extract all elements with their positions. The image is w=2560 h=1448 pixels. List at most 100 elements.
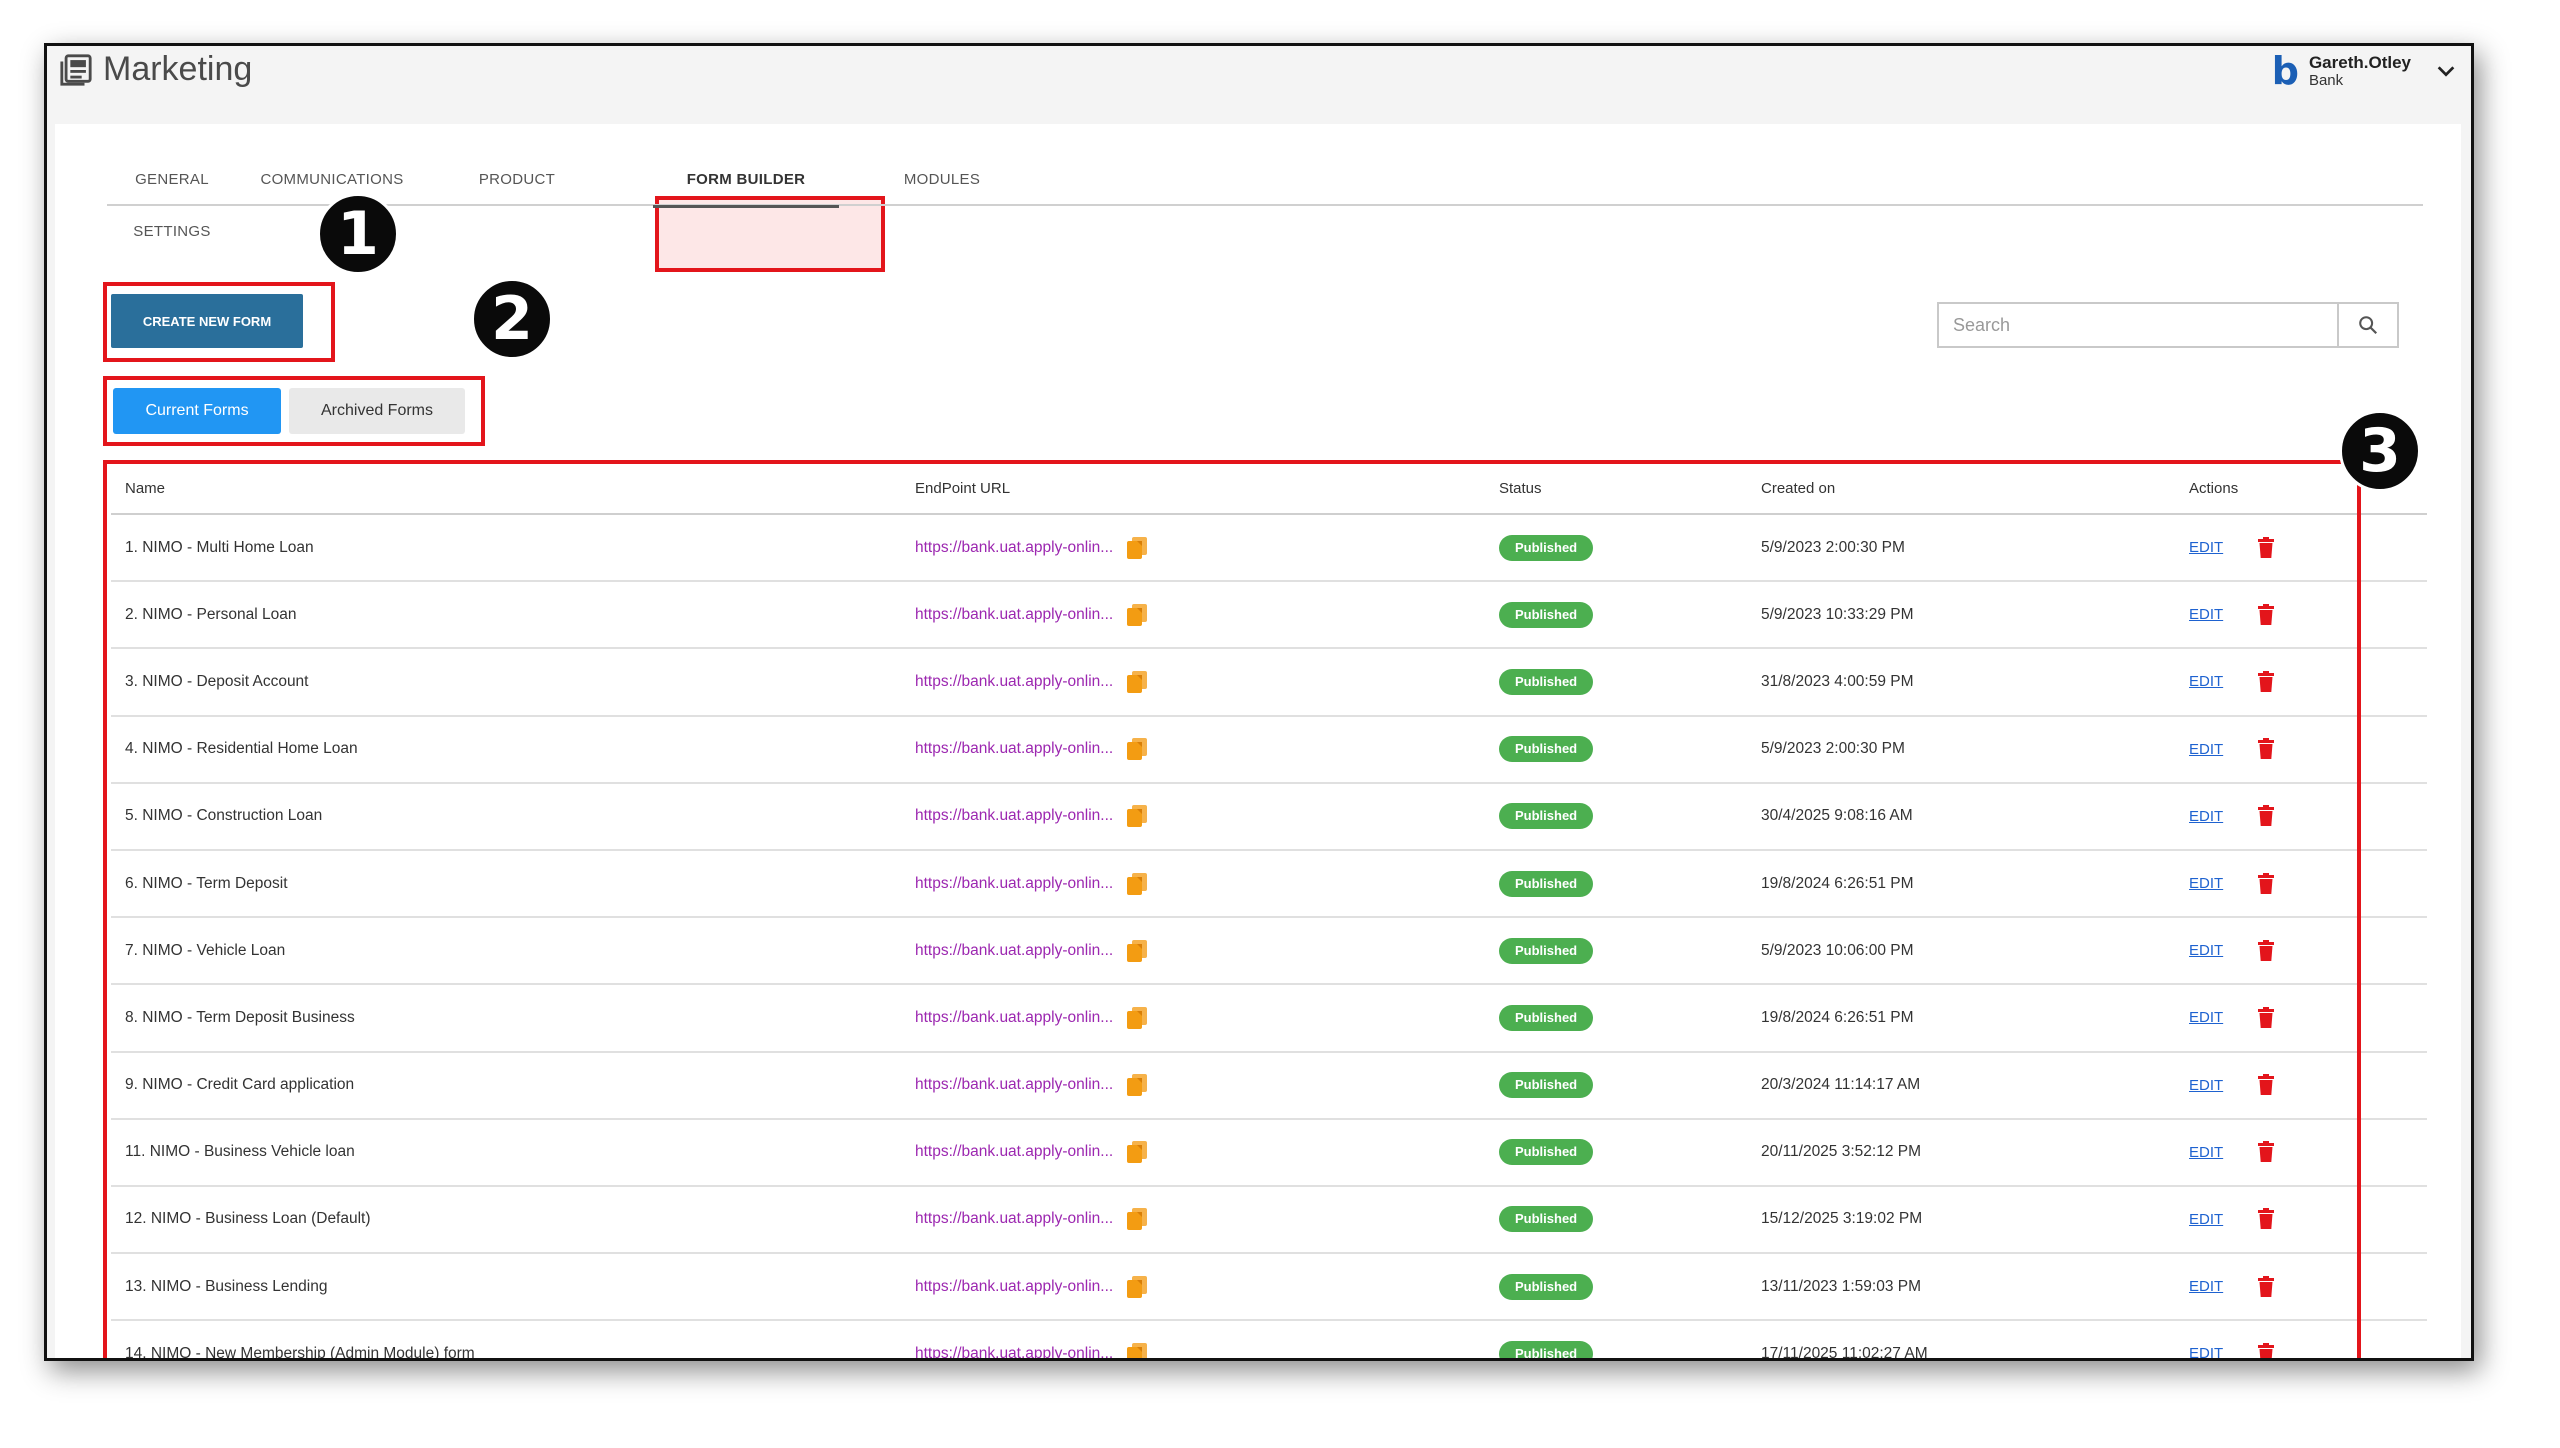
search-input[interactable]: [1939, 304, 2337, 346]
tab-archived-forms[interactable]: Archived Forms: [289, 388, 465, 434]
trash-icon[interactable]: [2257, 805, 2275, 827]
endpoint-url-link[interactable]: https://bank.uat.apply-onlin...: [915, 1210, 1113, 1228]
trash-icon[interactable]: [2257, 1275, 2275, 1298]
endpoint-url-cell: https://bank.uat.apply-onlin...: [901, 648, 1485, 717]
trash-icon[interactable]: [2257, 1342, 2275, 1358]
trash-icon[interactable]: [2257, 1006, 2275, 1029]
edit-link[interactable]: EDIT: [2189, 1278, 2223, 1295]
created-on: 5/9/2023 2:00:30 PM: [1747, 514, 2175, 583]
endpoint-url-cell: https://bank.uat.apply-onlin...: [901, 581, 1485, 650]
settings-tabs: GENERAL SETTINGS COMMUNICATIONS PRODUCT …: [107, 154, 2423, 240]
endpoint-url-link[interactable]: https://bank.uat.apply-onlin...: [915, 606, 1113, 624]
copy-icon[interactable]: [1125, 1274, 1149, 1300]
endpoint-url-link[interactable]: https://bank.uat.apply-onlin...: [915, 539, 1113, 557]
endpoint-url-link[interactable]: https://bank.uat.apply-onlin...: [915, 1345, 1113, 1358]
form-tabs: Current Forms Archived Forms: [113, 388, 465, 434]
status-cell: Published: [1485, 1185, 1747, 1255]
edit-link[interactable]: EDIT: [2189, 875, 2223, 892]
form-name: 11. NIMO - Business Vehicle loan: [111, 1118, 901, 1187]
trash-icon[interactable]: [2257, 872, 2275, 895]
actions-cell: EDIT: [2175, 1253, 2427, 1322]
trash-icon[interactable]: [2257, 738, 2275, 760]
copy-icon[interactable]: [1125, 1139, 1149, 1165]
main-content: GENERAL SETTINGS COMMUNICATIONS PRODUCT …: [55, 124, 2461, 1358]
edit-link[interactable]: EDIT: [2189, 1009, 2223, 1026]
actions-cell: EDIT: [2175, 1118, 2427, 1187]
endpoint-url-link[interactable]: https://bank.uat.apply-onlin...: [915, 942, 1113, 960]
endpoint-url-link[interactable]: https://bank.uat.apply-onlin...: [915, 875, 1113, 893]
copy-icon[interactable]: [1125, 803, 1149, 829]
copy-icon[interactable]: [1125, 1072, 1149, 1098]
endpoint-url-link[interactable]: https://bank.uat.apply-onlin...: [915, 1076, 1113, 1094]
created-on: 13/11/2023 1:59:03 PM: [1747, 1253, 2175, 1322]
endpoint-url-link[interactable]: https://bank.uat.apply-onlin...: [915, 673, 1113, 691]
created-on: 31/8/2023 4:00:59 PM: [1747, 648, 2175, 717]
actions-cell: EDIT: [2175, 984, 2427, 1053]
actions-cell: EDIT: [2175, 1051, 2427, 1120]
edit-link[interactable]: EDIT: [2189, 808, 2223, 825]
header-endpoint-url: EndPoint URL: [901, 464, 1485, 515]
copy-icon[interactable]: [1125, 1005, 1149, 1031]
table-row: 14. NIMO - New Membership (Admin Module)…: [111, 1320, 2427, 1358]
endpoint-url-cell: https://bank.uat.apply-onlin...: [901, 1253, 1485, 1322]
search-icon[interactable]: [2337, 304, 2397, 346]
edit-link[interactable]: EDIT: [2189, 1211, 2223, 1228]
trash-icon[interactable]: [2257, 1074, 2275, 1096]
copy-icon[interactable]: [1125, 669, 1149, 695]
edit-link[interactable]: EDIT: [2189, 539, 2223, 556]
header-status: Status: [1485, 464, 1747, 515]
edit-link[interactable]: EDIT: [2189, 942, 2223, 959]
search-box: [1937, 302, 2399, 348]
endpoint-url-cell: https://bank.uat.apply-onlin...: [901, 782, 1485, 851]
copy-icon[interactable]: [1125, 938, 1149, 964]
tab-product[interactable]: PRODUCT: [467, 154, 567, 206]
status-badge: Published: [1499, 937, 1594, 964]
copy-icon[interactable]: [1125, 1341, 1149, 1358]
copy-icon[interactable]: [1125, 602, 1149, 628]
copy-icon[interactable]: [1125, 535, 1149, 561]
edit-link[interactable]: EDIT: [2189, 1077, 2223, 1094]
edit-link[interactable]: EDIT: [2189, 1144, 2223, 1161]
endpoint-url-cell: https://bank.uat.apply-onlin...: [901, 984, 1485, 1053]
trash-icon[interactable]: [2257, 536, 2275, 559]
status-cell: Published: [1485, 648, 1747, 717]
tab-modules[interactable]: MODULES: [887, 154, 997, 206]
user-menu[interactable]: b Gareth.Otley Bank: [2272, 52, 2457, 90]
edit-link[interactable]: EDIT: [2189, 606, 2223, 623]
user-org: Bank: [2308, 72, 2344, 90]
create-new-form-button[interactable]: CREATE NEW FORM: [111, 294, 303, 348]
edit-link[interactable]: EDIT: [2189, 673, 2223, 690]
trash-icon[interactable]: [2257, 603, 2275, 626]
status-badge: Published: [1499, 803, 1594, 830]
chevron-down-icon[interactable]: [2421, 60, 2457, 82]
tab-current-forms[interactable]: Current Forms: [113, 388, 281, 434]
form-name: 2. NIMO - Personal Loan: [111, 581, 901, 650]
form-name: 6. NIMO - Term Deposit: [111, 849, 901, 919]
trash-icon[interactable]: [2257, 670, 2275, 693]
status-badge: Published: [1499, 534, 1594, 561]
edit-link[interactable]: EDIT: [2189, 1345, 2223, 1358]
edit-link[interactable]: EDIT: [2189, 741, 2223, 758]
endpoint-url-link[interactable]: https://bank.uat.apply-onlin...: [915, 807, 1113, 825]
tab-communications[interactable]: COMMUNICATIONS: [247, 154, 417, 206]
copy-icon[interactable]: [1125, 871, 1149, 897]
endpoint-url-link[interactable]: https://bank.uat.apply-onlin...: [915, 740, 1113, 758]
trash-icon[interactable]: [2257, 1141, 2275, 1163]
endpoint-url-link[interactable]: https://bank.uat.apply-onlin...: [915, 1143, 1113, 1161]
form-name: 8. NIMO - Term Deposit Business: [111, 984, 901, 1053]
copy-icon[interactable]: [1125, 736, 1149, 762]
tab-general-settings[interactable]: GENERAL SETTINGS: [107, 154, 237, 240]
trash-icon[interactable]: [2257, 1208, 2275, 1230]
table-row: 1. NIMO - Multi Home Loan https://bank.ua…: [111, 514, 2427, 583]
copy-icon[interactable]: [1125, 1206, 1149, 1232]
status-badge: Published: [1499, 1340, 1594, 1358]
endpoint-url-link[interactable]: https://bank.uat.apply-onlin...: [915, 1278, 1113, 1296]
trash-icon[interactable]: [2257, 939, 2275, 962]
form-name: 4. NIMO - Residential Home Loan: [111, 715, 901, 784]
callout-1: 1: [317, 193, 399, 275]
form-name: 3. NIMO - Deposit Account: [111, 648, 901, 717]
status-cell: Published: [1485, 917, 1747, 986]
form-name: 5. NIMO - Construction Loan: [111, 782, 901, 851]
endpoint-url-link[interactable]: https://bank.uat.apply-onlin...: [915, 1009, 1113, 1027]
tab-form-builder[interactable]: FORM BUILDER: [653, 154, 839, 208]
